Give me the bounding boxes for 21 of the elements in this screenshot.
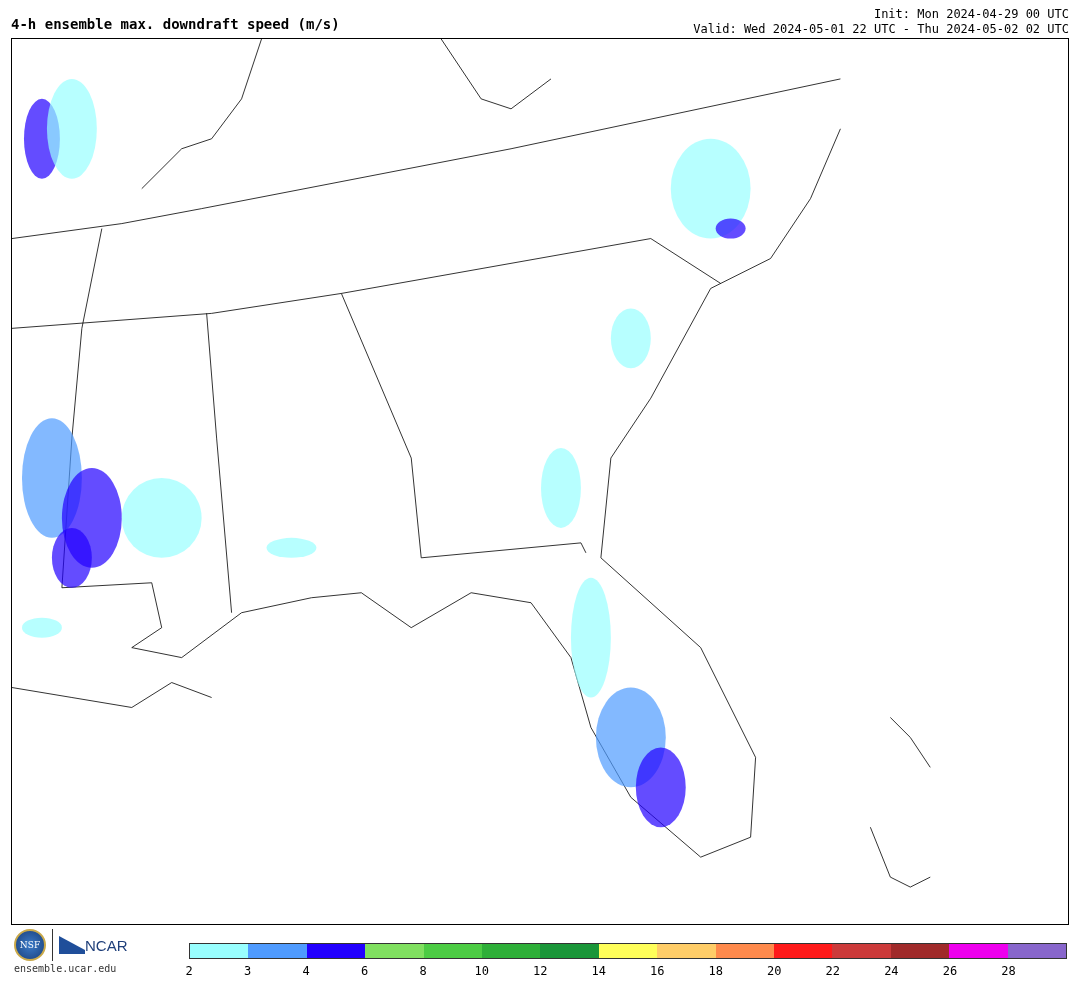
scale-tick-label: 3 [243,964,252,978]
scale-tick-label: 10 [474,964,489,978]
ncar-logo: NCAR [59,936,128,954]
scale-tick-label: 6 [361,964,369,978]
website-url: ensemble.ucar.edu [14,963,117,974]
scale-tick-label: 22 [825,964,841,978]
init-time: Init: Mon 2024-04-29 00 UTC [873,7,1069,22]
nsf-logo: NSF [14,929,46,961]
scale-tick-label: 16 [650,964,665,978]
chart-title: 4-h ensemble max. downdraft speed (m/s) [11,16,340,34]
valid-time: Valid: Wed 2024-05-01 22 UTC - Thu 2024-05-02 02 UTC [693,22,1069,37]
scale-tick-label: 28 [1001,964,1016,978]
scale-tick-label: 24 [884,964,899,978]
scale-tick-label: 26 [942,964,958,978]
scale-tick-label: 12 [532,964,548,978]
scale-tick-label: 8 [419,964,427,978]
scale-tick-label: 2 [185,964,193,978]
scale-tick-label: 14 [591,964,606,978]
scale-tick-label: 18 [708,964,723,978]
scale-tick-label: 4 [302,964,310,978]
scale-tick-label: 20 [767,964,782,978]
